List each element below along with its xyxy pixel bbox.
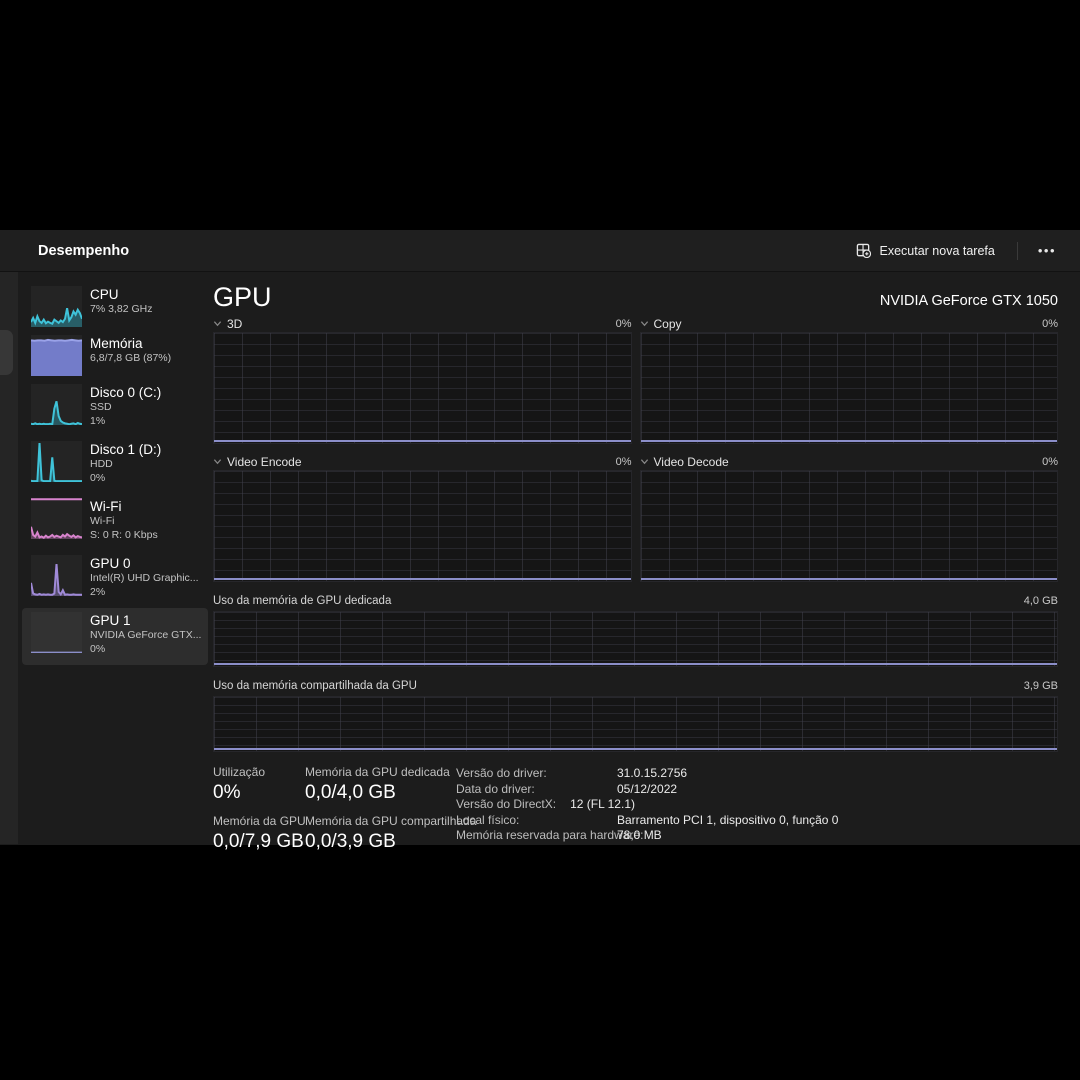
stat-dedicated-memory: Memória da GPU dedicada 0,0/4,0 GB [305,765,456,806]
shared-memory-chart: Uso da memória compartilhada da GPU 3,9 … [213,678,1058,752]
stat-shared-memory: Memória da GPU compartilhada 0,0/3,9 GB [305,814,456,855]
sidebar-item-title: Wi-Fi [90,498,158,515]
memory-minigraph [31,335,82,376]
sidebar-item-title: Memória [90,335,171,352]
sidebar-item-cpu[interactable]: CPU 7% 3,82 GHz [22,282,208,331]
sidebar-item-title: Disco 1 (D:) [90,441,161,458]
memory-chart-label: Uso da memória compartilhada da GPU [213,680,417,692]
chart-label: Video Decode [654,455,729,469]
chart-3d: 3D 0% [213,315,632,444]
sidebar-item-detail: 6,8/7,8 GB (87%) [90,352,171,366]
driver-date-row: Data do driver: 05/12/2022 [456,782,1058,798]
sidebar-item-detail2: S: 0 R: 0 Kbps [90,529,158,543]
chart-value: 0% [616,318,632,330]
sidebar-item-detail: Wi-Fi [90,515,158,529]
stat-gpu-memory: Memória da GPU 0,0/7,9 GB [213,814,305,855]
stat-utilization: Utilização 0% [213,765,305,806]
new-task-icon [856,243,871,258]
gpu-panel-title: GPU [213,282,272,312]
sidebar-item-title: CPU [90,286,152,303]
sidebar-item-detail: Intel(R) UHD Graphic... [90,572,199,586]
chart-copy: Copy 0% [640,315,1059,444]
chart-video-encode-plot [213,470,632,582]
nav-rail [0,272,18,844]
chevron-down-icon [640,319,649,328]
sidebar-item-title: GPU 0 [90,555,199,572]
sidebar-item-detail: SSD [90,401,161,415]
sidebar-item-detail: NVIDIA GeForce GTX... [90,629,201,643]
sidebar-item-gpu1[interactable]: GPU 1 NVIDIA GeForce GTX... 0% [22,608,208,665]
gpu-device-name: NVIDIA GeForce GTX 1050 [880,293,1058,312]
physical-location-row: Local físico: Barramento PCI 1, disposit… [456,813,1058,829]
disk1-minigraph [31,441,82,482]
more-options-button[interactable]: ••• [1028,239,1066,262]
wifi-minigraph [31,498,82,539]
chevron-down-icon [640,457,649,466]
chart-video-decode: Video Decode 0% [640,453,1059,582]
sidebar-item-detail: 7% 3,82 GHz [90,303,152,317]
sidebar-item-detail2: 1% [90,415,161,429]
gpu0-minigraph [31,555,82,596]
dedicated-memory-plot [213,611,1058,667]
header-actions: Executar nova tarefa ••• [844,237,1066,264]
window-body: CPU 7% 3,82 GHz Memória 6,8/7,8 GB (87%) [0,272,1080,844]
memory-chart-label: Uso da memória de GPU dedicada [213,595,391,607]
memory-chart-capacity: 3,9 GB [1024,680,1058,692]
sidebar-item-detail: HDD [90,458,161,472]
chart-video-decode-plot [640,470,1059,582]
shared-memory-plot [213,696,1058,752]
hardware-reserved-memory-row: Memória reservada para hardware: 78,0 MB [456,828,1058,844]
chart-value: 0% [616,456,632,468]
disk0-minigraph [31,384,82,425]
gpu-panel: GPU NVIDIA GeForce GTX 1050 3D 0% [213,272,1080,844]
sidebar-item-detail2: 0% [90,643,201,657]
chart-video-encode-header[interactable]: Video Encode 0% [213,453,632,470]
title-bar: Desempenho Executar nova tarefa ••• [0,230,1080,272]
chart-value: 0% [1042,318,1058,330]
page-title: Desempenho [38,243,129,259]
memory-chart-capacity: 4,0 GB [1024,595,1058,607]
sidebar-item-disk0[interactable]: Disco 0 (C:) SSD 1% [22,380,208,437]
sidebar-item-title: Disco 0 (C:) [90,384,161,401]
sidebar-item-memory[interactable]: Memória 6,8/7,8 GB (87%) [22,331,208,380]
chart-label: 3D [227,317,242,331]
chevron-down-icon [213,319,222,328]
chart-video-encode: Video Encode 0% [213,453,632,582]
run-new-task-button[interactable]: Executar nova tarefa [844,237,1006,264]
chart-copy-plot [640,332,1059,444]
chart-copy-header[interactable]: Copy 0% [640,315,1059,332]
gpu1-minigraph [31,612,82,653]
chart-3d-header[interactable]: 3D 0% [213,315,632,332]
run-new-task-label: Executar nova tarefa [879,244,994,258]
chart-video-decode-header[interactable]: Video Decode 0% [640,453,1059,470]
sidebar-item-disk1[interactable]: Disco 1 (D:) HDD 0% [22,437,208,494]
gpu-stats: Utilização 0% Memória da GPU 0,0/7,9 GB … [213,765,1058,863]
chart-value: 0% [1042,456,1058,468]
chart-label: Video Encode [227,455,302,469]
sidebar-item-detail2: 0% [90,472,161,486]
chevron-down-icon [213,457,222,466]
gpu-panel-header: GPU NVIDIA GeForce GTX 1050 [213,282,1058,312]
driver-version-row: Versão do driver: 31.0.15.2756 [456,766,1058,782]
engine-charts-grid: 3D 0% Copy 0% [213,315,1058,582]
performance-sidebar: CPU 7% 3,82 GHz Memória 6,8/7,8 GB (87%) [18,272,213,844]
header-divider [1017,242,1018,260]
nav-selection-indicator [0,330,13,375]
sidebar-item-title: GPU 1 [90,612,201,629]
directx-version-row: Versão do DirectX: 12 (FL 12.1) [456,797,1058,813]
sidebar-item-gpu0[interactable]: GPU 0 Intel(R) UHD Graphic... 2% [22,551,208,608]
sidebar-item-detail2: 2% [90,586,199,600]
chart-3d-plot [213,332,632,444]
chart-label: Copy [654,317,682,331]
task-manager-window: Desempenho Executar nova tarefa ••• [0,230,1080,845]
sidebar-item-wifi[interactable]: Wi-Fi Wi-Fi S: 0 R: 0 Kbps [22,494,208,551]
cpu-minigraph [31,286,82,327]
driver-info: Versão do driver: 31.0.15.2756 Data do d… [456,765,1058,863]
dedicated-memory-chart: Uso da memória de GPU dedicada 4,0 GB [213,593,1058,667]
